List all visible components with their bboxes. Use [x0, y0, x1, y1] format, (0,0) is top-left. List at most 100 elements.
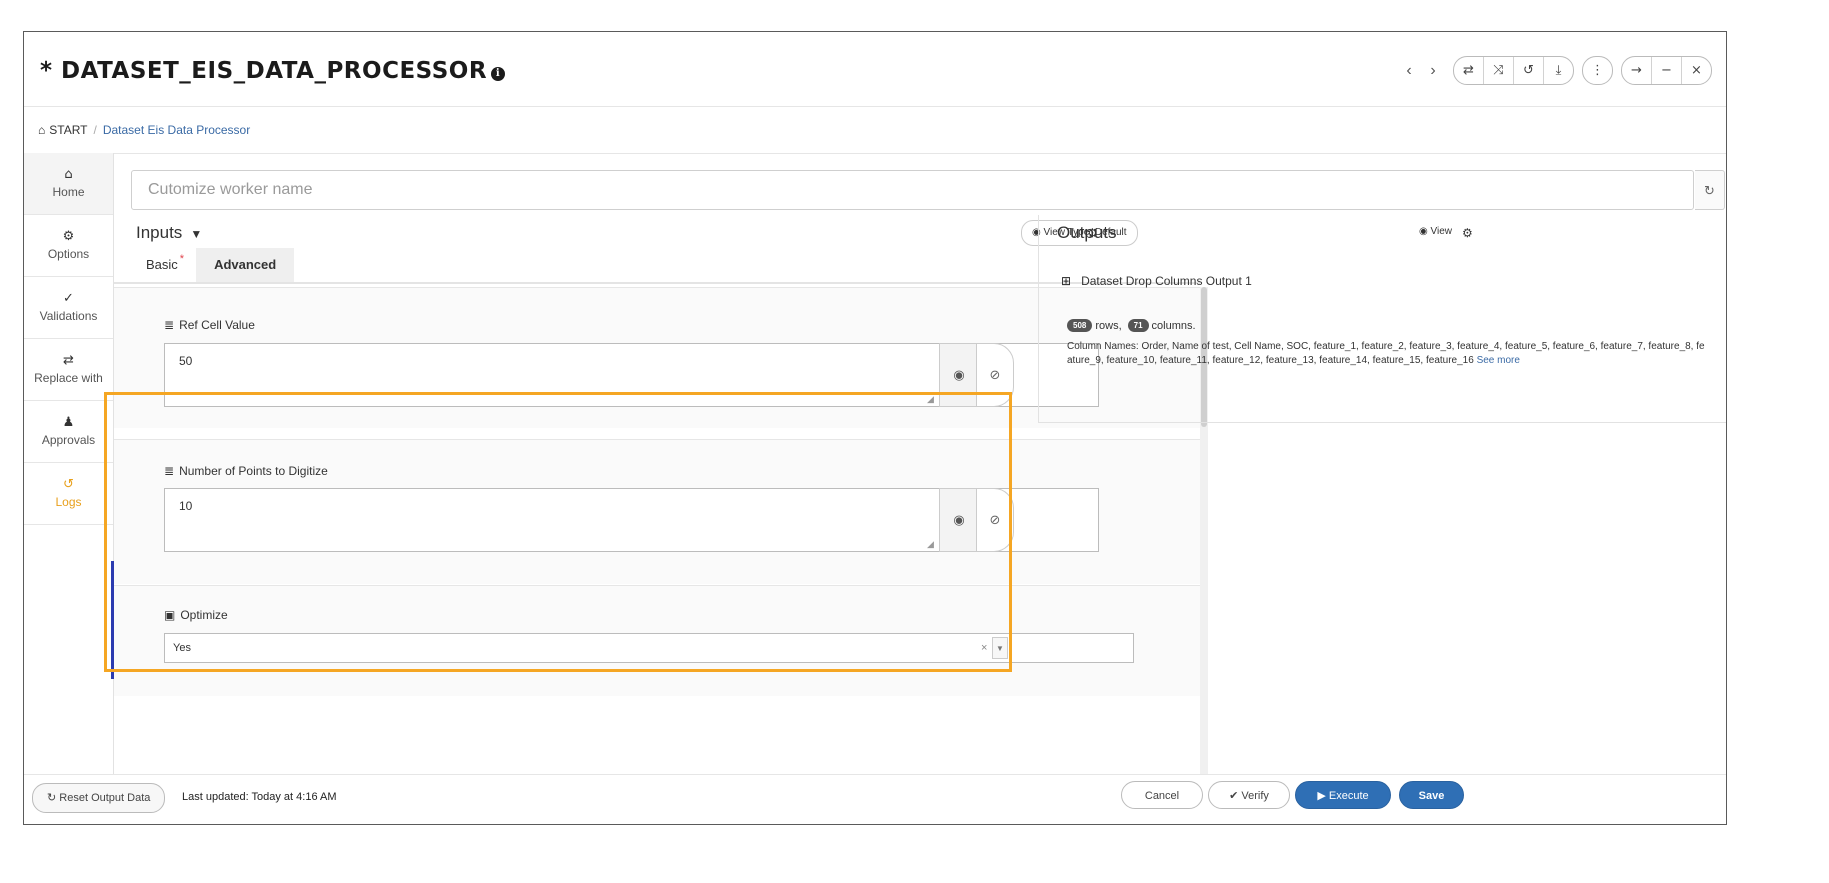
resize-handle-icon[interactable]: ◢: [927, 394, 937, 404]
sidebar-item-label: Logs: [55, 495, 82, 509]
required-marker: *: [179, 253, 185, 265]
sidebar-item-label: Home: [52, 185, 85, 199]
sidebar-item-logs[interactable]: ↺ Logs: [24, 463, 113, 525]
columns-count-badge: 71: [1127, 319, 1149, 332]
attach-paperclip-button[interactable]: ⊘: [976, 343, 1014, 407]
optimize-field: ▣ Optimize Yes × ▼: [114, 585, 1200, 696]
inputs-title: Inputs: [136, 223, 183, 242]
info-icon[interactable]: i: [491, 67, 506, 81]
input-tabs: Basic * Advanced: [134, 248, 295, 282]
tab-advanced-label: Advanced: [214, 257, 277, 272]
refresh-icon[interactable]: ↻: [1695, 170, 1725, 210]
sidebar-item-label: Replace with: [34, 371, 103, 385]
page-title-text: * DATASET_EIS_DATA_PROCESSOR: [40, 58, 488, 84]
filter-icon[interactable]: ▼: [190, 227, 202, 241]
next-arrow-icon[interactable]: ›: [1421, 62, 1445, 80]
footer: ↻ Reset Output Data Last updated: Today …: [24, 774, 1726, 824]
sidebar-item-options[interactable]: ⚙ Options: [24, 215, 113, 277]
page-title: * DATASET_EIS_DATA_PROCESSOR i: [40, 58, 506, 84]
more-button-group: ⋮: [1582, 56, 1613, 85]
minimize-icon[interactable]: −: [1651, 57, 1681, 84]
inputs-header: Inputs ▼: [136, 223, 202, 243]
sidebar-item-label: Options: [47, 247, 90, 261]
swap-icon[interactable]: ⇄: [1454, 57, 1483, 84]
optimize-select-value: Yes: [173, 642, 191, 654]
app-window: * DATASET_EIS_DATA_PROCESSOR i ‹ › ⇄ ⤨ ↺ …: [23, 31, 1727, 825]
reset-output-data-button[interactable]: ↻ Reset Output Data: [32, 783, 166, 813]
tool-button-group: ⇄ ⤨ ↺ ⤓: [1453, 56, 1574, 85]
verify-button[interactable]: ✔ Verify: [1208, 781, 1290, 809]
number-of-points-label-text: Number of Points to Digitize: [179, 464, 328, 478]
rows-count-badge: 508: [1067, 319, 1093, 332]
window-button-group: → − ×: [1621, 56, 1712, 85]
resize-handle-icon[interactable]: ◢: [927, 539, 937, 549]
reset-output-data-label: Reset Output Data: [59, 792, 151, 804]
optimize-label-text: Optimize: [180, 608, 228, 622]
preview-eye-button[interactable]: ◉: [939, 488, 979, 552]
text-field-icon: ≣: [164, 318, 175, 332]
sidebar-item-approvals[interactable]: ♟ Approvals: [24, 401, 113, 463]
cancel-button[interactable]: Cancel: [1121, 781, 1203, 809]
columns-word: columns.: [1151, 319, 1196, 332]
home-icon[interactable]: ⌂: [38, 123, 45, 137]
column-names: Column Names: Order, Name of test, Cell …: [1067, 340, 1707, 368]
number-of-points-label: ≣ Number of Points to Digitize: [164, 464, 328, 478]
sidebar-item-home[interactable]: ⌂ Home: [24, 153, 113, 215]
number-of-points-field: ≣ Number of Points to Digitize 10 ◢ ◉ ⊘: [114, 439, 1200, 584]
outputs-view-label: View: [1430, 226, 1453, 237]
breadcrumb-separator: /: [93, 123, 97, 137]
sidebar-item-label: Validations: [39, 309, 98, 323]
ref-cell-value-label-text: Ref Cell Value: [179, 318, 255, 332]
shuffle-icon[interactable]: ⤨: [1483, 57, 1513, 84]
rows-word: rows,: [1095, 319, 1122, 332]
user-check-icon: ♟: [62, 415, 75, 430]
see-more-link[interactable]: See more: [1477, 355, 1520, 366]
chevron-down-icon[interactable]: ▼: [992, 637, 1008, 659]
more-options-icon[interactable]: ⋮: [1583, 57, 1612, 84]
eye-icon: ◉: [1419, 226, 1428, 237]
window-controls: ‹ › ⇄ ⤨ ↺ ⤓ ⋮ → − ×: [1397, 56, 1712, 85]
column-names-text: Column Names: Order, Name of test, Cell …: [1067, 341, 1705, 366]
table-icon: ⊞: [1061, 274, 1072, 288]
sidebar-item-validations[interactable]: ✓ Validations: [24, 277, 113, 339]
dropdown-field-icon: ▣: [164, 608, 176, 622]
gear-icon: ⚙: [62, 229, 75, 244]
play-icon: ▶: [1317, 790, 1326, 802]
sidebar: ⌂ Home ⚙ Options ✓ Validations ⇄ Replace…: [24, 153, 114, 824]
check-icon: ✓: [63, 291, 74, 306]
swap-icon: ⇄: [63, 353, 74, 368]
breadcrumb-current[interactable]: Dataset Eis Data Processor: [103, 123, 250, 137]
preview-eye-button[interactable]: ◉: [939, 343, 979, 407]
prev-arrow-icon[interactable]: ‹: [1397, 62, 1421, 80]
execute-button[interactable]: ▶ Execute: [1295, 781, 1391, 809]
verify-label: Verify: [1241, 790, 1269, 802]
output-stats: 508 rows, 71 columns.: [1067, 319, 1202, 332]
text-field-icon: ≣: [164, 464, 175, 478]
execute-label: Execute: [1328, 790, 1369, 802]
close-icon[interactable]: ×: [1681, 57, 1711, 84]
attach-paperclip-button[interactable]: ⊘: [976, 488, 1014, 552]
open-arrow-icon[interactable]: →: [1622, 57, 1651, 84]
outputs-settings-gear-icon[interactable]: ⚙: [1462, 226, 1473, 240]
undo-icon[interactable]: ↺: [1513, 57, 1543, 84]
save-button[interactable]: Save: [1399, 781, 1464, 809]
clear-selection-icon[interactable]: ×: [981, 642, 987, 654]
outputs-title: Outputs: [1057, 223, 1117, 242]
title-bar: * DATASET_EIS_DATA_PROCESSOR i ‹ › ⇄ ⤨ ↺ …: [24, 32, 1726, 106]
output-dataset-item[interactable]: ⊞ Dataset Drop Columns Output 1: [1061, 274, 1252, 288]
last-updated-text: Last updated: Today at 4:16 AM: [182, 791, 337, 803]
ref-cell-value-label: ≣ Ref Cell Value: [164, 318, 255, 332]
tab-advanced[interactable]: Advanced: [196, 248, 295, 282]
optimize-select[interactable]: Yes: [164, 633, 1134, 663]
output-dataset-label: Dataset Drop Columns Output 1: [1081, 274, 1252, 288]
tab-basic-label: Basic: [146, 257, 178, 272]
refresh-icon: ↻: [47, 792, 57, 804]
history-icon: ↺: [63, 477, 74, 492]
breadcrumb-start[interactable]: START: [49, 123, 87, 137]
sidebar-item-replace-with[interactable]: ⇄ Replace with: [24, 339, 113, 401]
outputs-view-button[interactable]: ◉ View: [1419, 226, 1452, 237]
download-icon[interactable]: ⤓: [1543, 57, 1573, 84]
home-icon: ⌂: [64, 167, 73, 182]
worker-name-input[interactable]: [131, 170, 1694, 210]
tab-basic[interactable]: Basic *: [134, 248, 196, 282]
